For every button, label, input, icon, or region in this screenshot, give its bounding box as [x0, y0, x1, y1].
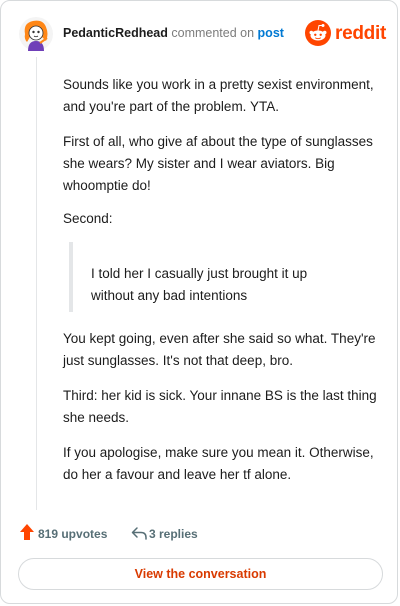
reply-count[interactable]: 3 replies: [149, 527, 198, 541]
reddit-logo-icon: [305, 20, 331, 46]
view-conversation-button[interactable]: View the conversation: [18, 558, 383, 590]
upvote-arrow-icon[interactable]: [19, 523, 35, 541]
thread-line: [36, 57, 37, 510]
comment-paragraph: Second:: [63, 211, 113, 226]
username-link[interactable]: PedanticRedhead: [63, 26, 168, 40]
reply-icon[interactable]: [131, 525, 147, 541]
reddit-brand[interactable]: reddit: [305, 19, 386, 49]
comment-meta: PedanticRedhead commented on post: [63, 26, 284, 40]
avatar-icon[interactable]: [19, 17, 53, 51]
comment-paragraph: If you apologise, make sure you mean it.…: [63, 445, 374, 482]
comment-paragraph: Sounds like you work in a pretty sexist …: [63, 77, 374, 114]
upvote-count: 819 upvotes: [38, 527, 108, 541]
comment-paragraph: First of all, who give af about the type…: [63, 134, 373, 193]
reddit-wordmark: reddit: [335, 23, 386, 44]
comment-paragraph: You kept going, even after she said so w…: [63, 331, 376, 368]
comment-header: PedanticRedhead commented on post reddit: [19, 17, 386, 51]
blockquote-bar: [69, 242, 73, 312]
post-link[interactable]: post: [258, 26, 284, 40]
blockquote-text: I told her I casually just brought it up…: [91, 266, 308, 303]
action-text: commented on: [171, 26, 255, 40]
comment-paragraph: Third: her kid is sick. Your innane BS i…: [63, 388, 377, 425]
comment-card: PedanticRedhead commented on post reddit…: [0, 0, 398, 604]
